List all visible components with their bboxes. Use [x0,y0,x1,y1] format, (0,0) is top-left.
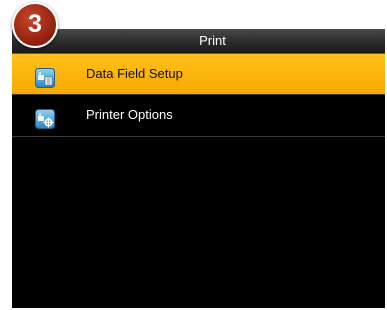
menu-divider [12,136,385,137]
step-number-badge: 3 [12,2,58,48]
page-title: Print [199,33,226,48]
title-bar: Print [12,29,385,54]
menu-item-printer-options[interactable]: Printer Options [12,95,385,135]
device-screen: Print Data Field Setup Printer Options [12,29,385,308]
menu-item-label: Data Field Setup [86,66,183,81]
menu-item-data-field-setup[interactable]: Data Field Setup [12,54,385,94]
printer-options-icon [35,105,55,129]
data-field-setup-icon [35,64,55,88]
menu-item-label: Printer Options [86,107,173,122]
